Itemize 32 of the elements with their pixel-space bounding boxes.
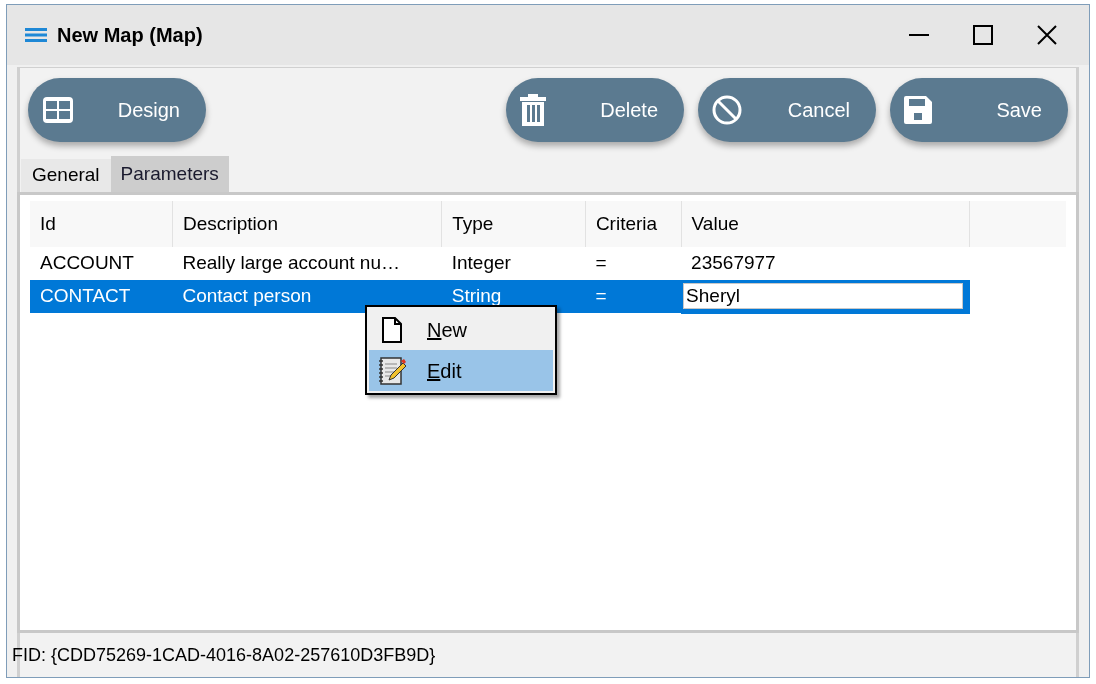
toolbar-button[interactable]: Save [890, 78, 1068, 142]
table-cell: = [585, 280, 682, 313]
table-icon [42, 96, 74, 124]
menu-item[interactable]: Edit [369, 350, 553, 391]
column-header[interactable]: Id [30, 201, 173, 247]
save-icon [904, 96, 932, 124]
column-header[interactable]: Criteria [585, 201, 682, 247]
cell-edit-field[interactable]: Sheryl [683, 283, 964, 309]
table-cell: Contact person [172, 280, 442, 313]
window-title: New Map (Map) [57, 23, 203, 48]
column-header[interactable]: Type [441, 201, 586, 247]
app-menu-icon[interactable] [25, 27, 47, 43]
blank-page-icon [382, 316, 402, 343]
notepad-pencil-icon [377, 355, 407, 386]
maximize-icon[interactable] [973, 25, 993, 45]
table-cell: = [585, 247, 682, 280]
close-icon[interactable] [1037, 25, 1057, 45]
toolbar-button[interactable]: Design [28, 78, 206, 142]
table-cell: Really large account nu… [172, 247, 442, 280]
table-cell: 23567977 [681, 247, 970, 280]
column-header[interactable]: Description [172, 201, 442, 247]
table-cell: Integer [441, 247, 586, 280]
column-header[interactable]: Value [681, 201, 970, 247]
prohibited-icon [712, 95, 742, 125]
toolbar-button[interactable]: Delete [506, 78, 684, 142]
tab[interactable]: Parameters [110, 156, 229, 192]
table-cell: CONTACT [30, 280, 173, 313]
table-cell: ACCOUNT [30, 247, 173, 280]
trash-icon [520, 94, 546, 126]
tab[interactable]: General [21, 159, 111, 192]
toolbar-button[interactable]: Cancel [698, 78, 876, 142]
status-text: FID: {CDD75269-1CAD-4016-8A02-257610D3FB9D} [12, 643, 436, 667]
